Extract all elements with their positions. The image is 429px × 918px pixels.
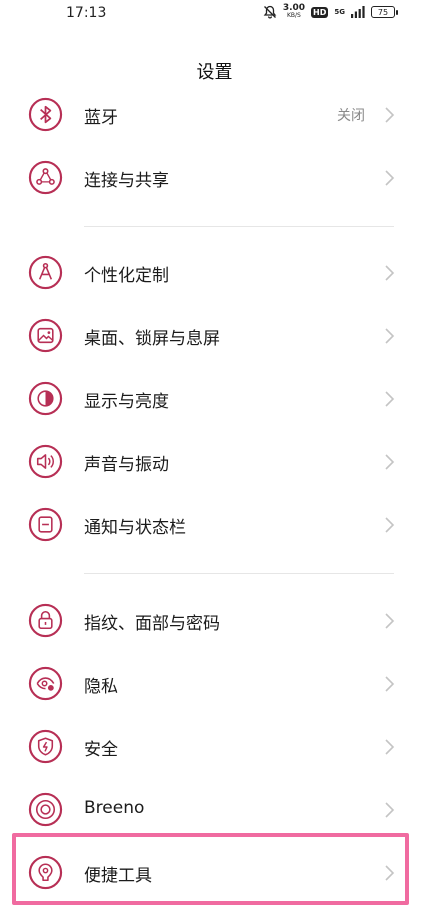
chevron-right-icon bbox=[385, 802, 395, 818]
settings-item-bluetooth[interactable]: 蓝牙 关闭 bbox=[0, 85, 429, 145]
settings-item-fingerprint-face-password[interactable]: 指纹、面部与密码 bbox=[0, 591, 429, 651]
chevron-right-icon bbox=[385, 170, 395, 186]
settings-item-label: 通知与状态栏 bbox=[84, 518, 186, 538]
privacy-eye-icon bbox=[28, 666, 63, 701]
settings-item-label: 指纹、面部与密码 bbox=[84, 614, 220, 634]
network-speed-value: 3.00 bbox=[282, 3, 306, 13]
settings-item-notifications-status-bar[interactable]: 通知与状态栏 bbox=[0, 495, 429, 555]
chevron-right-icon bbox=[385, 676, 395, 692]
settings-item-home-lock-screen[interactable]: 桌面、锁屏与息屏 bbox=[0, 306, 429, 366]
status-bar: 17:13 3.00 KB/S HD 5G 75 bbox=[0, 0, 429, 30]
settings-item-sound-vibration[interactable]: 声音与振动 bbox=[0, 432, 429, 492]
section-divider bbox=[84, 226, 394, 227]
network-type: 5G bbox=[334, 8, 345, 16]
chevron-right-icon bbox=[385, 613, 395, 629]
status-time: 17:13 bbox=[66, 5, 107, 21]
settings-item-personalization[interactable]: 个性化定制 bbox=[0, 243, 429, 303]
chevron-right-icon bbox=[385, 739, 395, 755]
settings-item-connection-sharing[interactable]: 连接与共享 bbox=[0, 148, 429, 208]
network-speed: 3.00 KB/S bbox=[283, 4, 305, 20]
section-divider bbox=[84, 573, 394, 574]
settings-item-breeno[interactable]: Breeno bbox=[0, 780, 429, 840]
bluetooth-icon bbox=[28, 97, 63, 132]
speaker-icon bbox=[28, 444, 63, 479]
wallpaper-icon bbox=[28, 318, 63, 353]
settings-item-label: 安全 bbox=[84, 740, 118, 760]
chevron-right-icon bbox=[385, 517, 395, 533]
settings-item-label: 个性化定制 bbox=[84, 266, 169, 286]
settings-item-label: Breeno bbox=[84, 798, 145, 818]
chevron-right-icon bbox=[385, 328, 395, 344]
notification-icon bbox=[28, 507, 63, 542]
settings-item-label: 桌面、锁屏与息屏 bbox=[84, 329, 220, 349]
highlight-box bbox=[12, 833, 409, 905]
chevron-right-icon bbox=[385, 391, 395, 407]
settings-item-label: 显示与亮度 bbox=[84, 392, 169, 412]
lock-icon bbox=[28, 603, 63, 638]
shield-icon bbox=[28, 729, 63, 764]
chevron-right-icon bbox=[385, 107, 395, 123]
bluetooth-status-value: 关闭 bbox=[337, 108, 365, 124]
settings-item-label: 连接与共享 bbox=[84, 171, 169, 191]
settings-item-display-brightness[interactable]: 显示与亮度 bbox=[0, 369, 429, 429]
brightness-icon bbox=[28, 381, 63, 416]
settings-item-security[interactable]: 安全 bbox=[0, 717, 429, 777]
bell-off-icon bbox=[263, 5, 277, 19]
chevron-right-icon bbox=[385, 265, 395, 281]
settings-item-privacy[interactable]: 隐私 bbox=[0, 654, 429, 714]
page-title: 设置 bbox=[196, 62, 233, 83]
compass-icon bbox=[28, 255, 63, 290]
chevron-right-icon bbox=[385, 454, 395, 470]
settings-item-label: 隐私 bbox=[84, 677, 118, 697]
settings-item-label: 声音与振动 bbox=[84, 455, 169, 475]
settings-item-label: 蓝牙 bbox=[84, 108, 118, 128]
hd-badge: HD bbox=[311, 6, 329, 18]
breeno-icon bbox=[28, 792, 63, 827]
battery-indicator: 75 bbox=[371, 6, 398, 18]
status-icons: 3.00 KB/S HD 5G 75 bbox=[263, 4, 398, 20]
share-connect-icon bbox=[28, 160, 63, 195]
signal-icon bbox=[351, 6, 365, 18]
network-speed-unit: KB/S bbox=[286, 12, 301, 19]
